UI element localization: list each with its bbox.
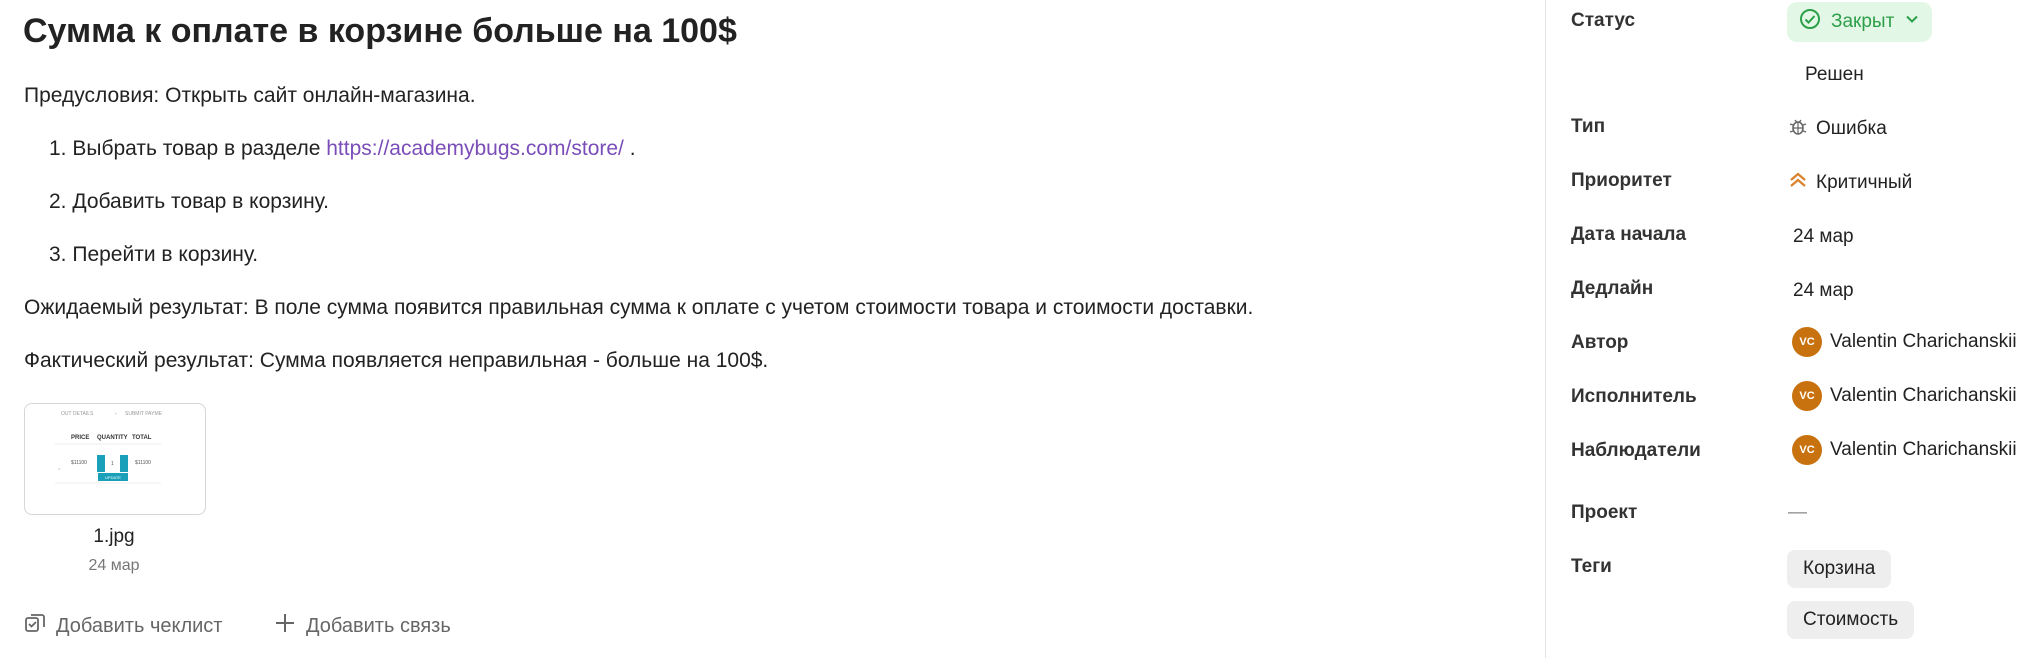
svg-text:›: › — [115, 411, 117, 417]
status-dropdown[interactable]: Закрыт — [1787, 2, 1933, 42]
issue-main: Сумма к оплате в корзине больше на 100$ … — [0, 0, 1545, 658]
issue-sidebar: Статус Закрыт Решен Тип Ошибка Приоритет — [1546, 0, 2041, 658]
step-1-end: . — [629, 137, 636, 160]
step-3: 3. Перейти в корзину. — [49, 243, 258, 267]
follower-name: Valentin Charichanskii — [1830, 439, 2017, 460]
preview-update-button: UPDATE — [105, 475, 121, 480]
project-value[interactable]: — — [1788, 502, 1807, 524]
issue-title[interactable]: Сумма к оплате в корзине больше на 100$ — [23, 12, 737, 51]
preview-header-price: PRICE — [71, 435, 89, 441]
assignee-label: Исполнитель — [1571, 386, 1697, 407]
double-chevron-up-icon — [1788, 170, 1808, 196]
issue-expected: Ожидаемый результат: В поле сумма появит… — [24, 296, 1254, 319]
status-value: Закрыт — [1831, 11, 1895, 32]
step-2: 2. Добавить товар в корзину. — [49, 190, 329, 214]
attachment-preview-image: OUT DETAILS › SUBMIT PAYME PRICE QUANTIT… — [55, 411, 163, 484]
type-label: Тип — [1571, 116, 1606, 137]
preview-price: $11100 — [71, 460, 87, 466]
attachment-thumbnail[interactable]: OUT DETAILS › SUBMIT PAYME PRICE QUANTIT… — [24, 403, 206, 515]
check-circle-icon — [1799, 8, 1821, 36]
assignee-value[interactable]: VC Valentin Charichanskii — [1792, 381, 2017, 411]
priority-text: Критичный — [1816, 172, 1913, 193]
add-link-label: Добавить связь — [306, 614, 451, 637]
followers-label: Наблюдатели — [1571, 440, 1701, 461]
priority-label: Приоритет — [1571, 170, 1672, 191]
preview-quantity: 1 — [111, 461, 114, 467]
svg-text:×: × — [58, 466, 61, 471]
attachment-date: 24 мар — [88, 557, 140, 574]
add-checklist-button[interactable]: Добавить чеклист — [24, 612, 222, 640]
preview-header-total: TOTAL — [132, 435, 152, 441]
preview-tab-1: OUT DETAILS — [61, 411, 94, 417]
bug-icon — [1788, 116, 1808, 142]
project-label: Проект — [1571, 502, 1638, 523]
preview-header-quantity: QUANTITY — [97, 435, 128, 441]
preview-total: $11100 — [135, 460, 151, 466]
resolution-value: Решен — [1805, 64, 1864, 85]
start-date-value[interactable]: 24 мар — [1793, 226, 1854, 248]
step-1-text: Выбрать товар в разделе — [72, 137, 321, 160]
type-value[interactable]: Ошибка — [1788, 116, 1887, 142]
deadline-label: Дедлайн — [1571, 278, 1654, 299]
add-checklist-label: Добавить чеклист — [56, 614, 223, 637]
type-text: Ошибка — [1816, 118, 1887, 139]
author-avatar: VC — [1792, 327, 1822, 357]
step-3-number: 3. — [49, 243, 67, 266]
step-2-text: Добавить товар в корзину. — [72, 190, 329, 213]
checklist-icon — [24, 612, 46, 640]
store-link[interactable]: https://academybugs.com/store/ — [326, 137, 624, 160]
deadline-value[interactable]: 24 мар — [1793, 280, 1854, 302]
add-link-button[interactable]: Добавить связь — [274, 612, 451, 640]
author-value[interactable]: VC Valentin Charichanskii — [1792, 327, 2017, 357]
followers-value[interactable]: VC Valentin Charichanskii — [1792, 435, 2017, 465]
tag-korzina[interactable]: Корзина — [1787, 550, 1892, 588]
step-3-text: Перейти в корзину. — [72, 243, 259, 266]
priority-value[interactable]: Критичный — [1788, 170, 1912, 196]
preview-tab-2: SUBMIT PAYME — [125, 411, 163, 417]
step-1-number: 1. — [49, 137, 67, 160]
chevron-down-icon — [1904, 11, 1920, 33]
assignee-name: Valentin Charichanskii — [1830, 385, 2017, 406]
tag-stoimost[interactable]: Стоимость — [1787, 601, 1915, 639]
assignee-avatar: VC — [1792, 381, 1822, 411]
step-1: 1. Выбрать товар в разделе https://acade… — [49, 137, 636, 161]
follower-avatar: VC — [1792, 435, 1822, 465]
plus-icon — [274, 612, 296, 640]
author-name: Valentin Charichanskii — [1830, 331, 2017, 352]
status-label: Статус — [1571, 10, 1636, 31]
author-label: Автор — [1571, 332, 1629, 353]
attachment-name[interactable]: 1.jpg — [24, 526, 204, 548]
tags-label: Теги — [1571, 556, 1612, 577]
step-2-number: 2. — [49, 190, 67, 213]
issue-preconditions: Предусловия: Открыть сайт онлайн-магазин… — [24, 84, 476, 107]
start-date-label: Дата начала — [1571, 224, 1687, 245]
issue-actual: Фактический результат: Сумма появляется … — [24, 349, 769, 372]
